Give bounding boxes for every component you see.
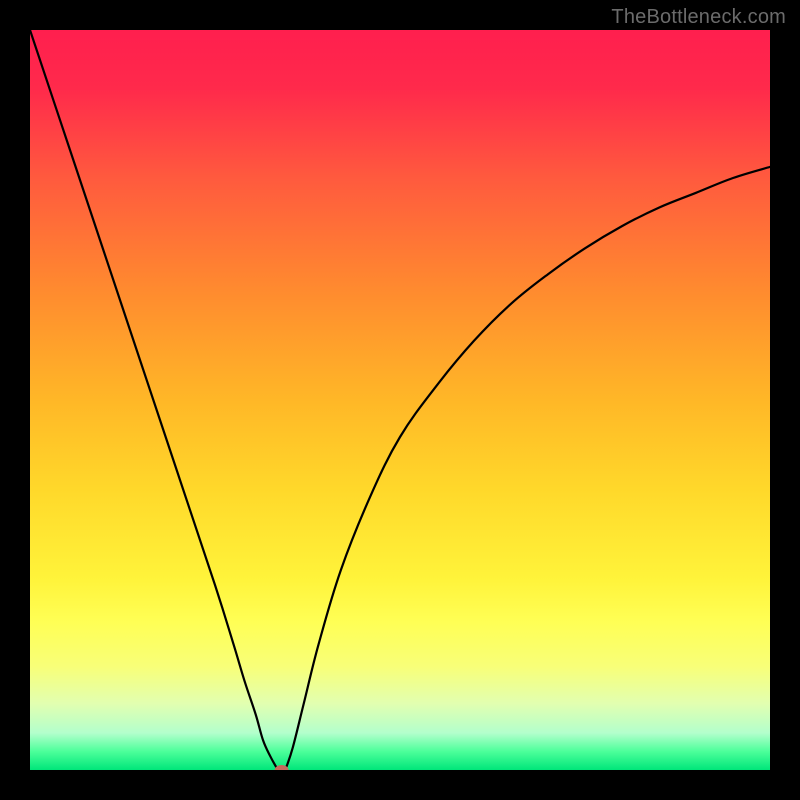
plot-area	[30, 30, 770, 770]
watermark-text: TheBottleneck.com	[611, 6, 786, 29]
chart-frame: TheBottleneck.com	[0, 0, 800, 800]
gradient-background	[30, 30, 770, 770]
chart-svg	[30, 30, 770, 770]
